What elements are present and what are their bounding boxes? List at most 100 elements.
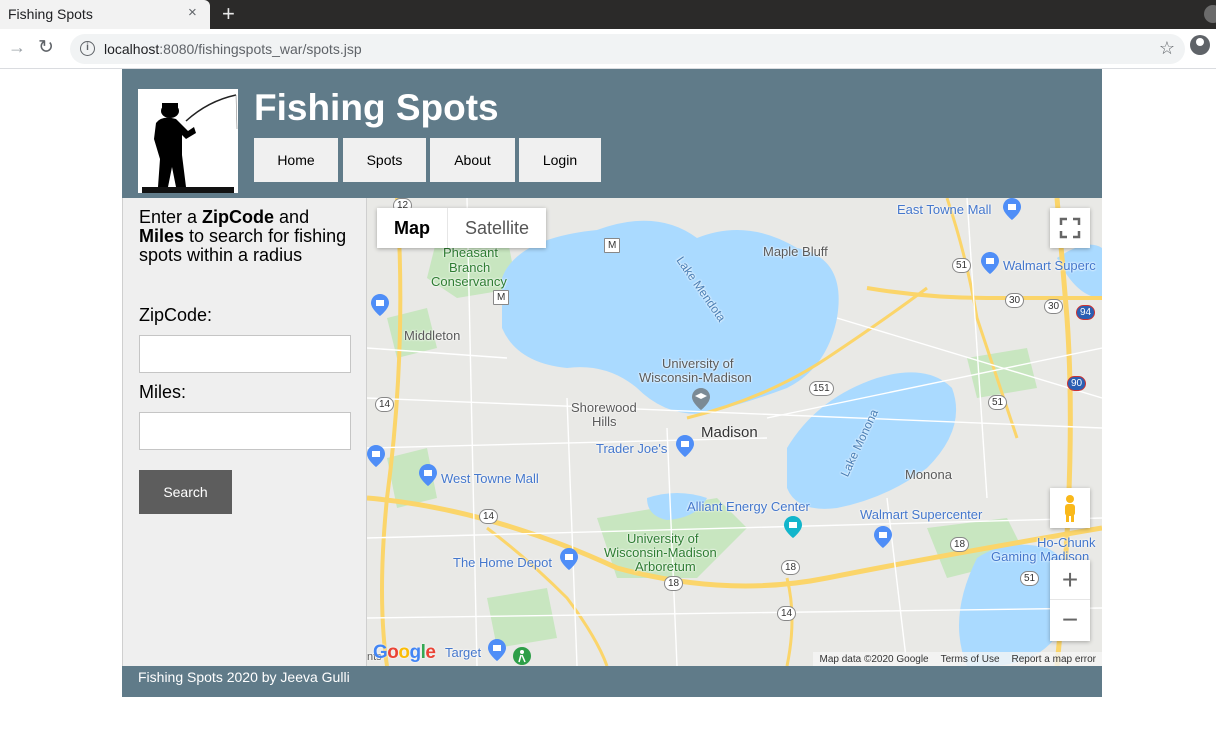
search-sidebar: Enter a ZipCode and Miles to search for … [122,198,367,666]
reload-icon[interactable]: ↻ [38,36,54,59]
map-label-branch: Branch [449,260,491,275]
shopping-pin-icon[interactable] [981,252,999,274]
route-shield: M [604,238,621,253]
zoom-in-button[interactable]: + [1050,560,1090,600]
shopping-pin-icon[interactable] [1003,198,1021,220]
page: Fishing Spots Home Spots About Login Ent… [122,69,1102,697]
route-shield: 30 [1044,299,1064,314]
map-label-middleton: Middleton [404,328,461,343]
map-label-hills: Hills [592,414,617,429]
route-shield: 51 [952,258,972,273]
nav-login-button[interactable]: Login [519,138,601,182]
pegman-icon [1065,495,1075,522]
instruction-miles: Miles [139,226,185,246]
miles-input[interactable] [139,412,351,450]
route-shield: 18 [781,560,801,575]
route-shield: 151 [809,381,834,396]
shopping-pin-icon[interactable] [874,526,892,548]
shopping-pin-icon[interactable] [371,294,389,316]
route-shield: 14 [375,397,395,412]
shopping-pin-icon[interactable] [367,445,385,467]
fullscreen-button[interactable] [1050,208,1090,248]
zoom-control: + − [1050,560,1090,641]
map-label-west-towne-mall: West Towne Mall [441,471,539,486]
back-arrow-icon[interactable]: → [8,37,26,58]
tab-close-icon[interactable]: × [188,4,197,21]
search-button[interactable]: Search [139,470,232,514]
fullscreen-icon [1059,217,1081,239]
interstate-shield: 90 [1067,376,1087,391]
route-shield: M [493,290,510,305]
route-shield: 18 [950,537,970,552]
route-shield: 30 [1005,293,1025,308]
new-tab-icon[interactable]: + [222,1,235,27]
zipcode-input[interactable] [139,335,351,373]
site-header: Fishing Spots Home Spots About Login [122,69,1102,198]
university-pin-icon[interactable] [692,388,710,410]
shopping-pin-icon[interactable] [676,435,694,457]
map-label-east-towne-mall: East Towne Mall [897,202,992,217]
report-map-error-link[interactable]: Report a map error [1012,654,1096,665]
map-label-monona: Monona [905,467,952,482]
map-label-madison: Madison [701,424,758,441]
window-control-icon[interactable] [1204,5,1216,23]
map-label-shorewood: Shorewood [571,400,637,415]
map-type-satellite-button[interactable]: Satellite [447,208,546,248]
browser-toolbar: → ↻ i localhost:8080/fishingspots_war/sp… [0,29,1216,69]
shopping-pin-icon[interactable] [488,639,506,661]
url-path: :8080/fishingspots_war/spots.jsp [159,41,362,57]
map-label-alliant-energy-center: Alliant Energy Center [687,499,810,514]
site-title: Fishing Spots [254,87,499,128]
map-type-control: Map Satellite [377,208,547,248]
map-label-home-depot: The Home Depot [453,555,552,570]
shopping-pin-icon[interactable] [560,548,578,570]
nav-about-button[interactable]: About [430,138,515,182]
instruction-zipcode: ZipCode [202,207,275,227]
footer-text: Fishing Spots 2020 by Jeeva Gulli [138,669,350,685]
instruction-text: and [274,207,310,227]
google-map[interactable]: East Towne Mall Walmart Superc Maple Blu… [367,198,1102,666]
browser-tab-bar: Fishing Spots × + [0,0,1216,29]
tab-title: Fishing Spots [8,6,93,22]
info-icon[interactable]: i [80,41,95,56]
nav-home-button[interactable]: Home [254,138,338,182]
map-label-university: University of [662,356,734,371]
map-label-ho-chunk: Ho-Chunk [1037,535,1096,550]
zipcode-label: ZipCode: [139,305,213,325]
map-label-arboretum-1: University of [627,531,699,546]
street-view-pegman[interactable] [1050,488,1090,528]
route-shield: 51 [1020,571,1040,586]
map-label-target: Target [445,645,482,660]
google-logo[interactable]: Google [373,642,436,664]
zoom-out-button[interactable]: − [1050,600,1090,640]
route-shield: 14 [777,606,797,621]
route-shield: 18 [664,576,684,591]
hiking-pin-icon[interactable] [513,646,531,666]
map-label-trader-joes: Trader Joe's [596,441,668,456]
map-label-arboretum-2: Wisconsin-Madison [604,545,717,560]
site-footer: Fishing Spots 2020 by Jeeva Gulli [122,666,1102,697]
browser-tab[interactable]: Fishing Spots × [0,0,210,29]
map-label-conservancy: Conservancy [431,274,507,289]
address-bar[interactable]: i localhost:8080/fishingspots_war/spots.… [70,34,1185,64]
venue-pin-icon[interactable] [784,516,802,538]
route-shield: 14 [479,509,499,524]
shopping-pin-icon[interactable] [419,464,437,486]
map-attribution: Map data ©2020 Google Terms of Use Repor… [813,652,1102,666]
nav-spots-button[interactable]: Spots [343,138,426,182]
bookmark-star-icon[interactable]: ☆ [1159,38,1175,59]
terms-of-use-link[interactable]: Terms of Use [941,654,1000,665]
route-shield: 51 [988,395,1008,410]
profile-icon[interactable] [1190,35,1210,55]
map-label-arboretum-3: Arboretum [635,559,696,574]
map-label-maple-bluff: Maple Bluff [763,244,828,259]
map-data-text: Map data ©2020 Google [819,653,929,665]
instruction-text: Enter a [139,207,203,227]
miles-label: Miles: [139,382,187,402]
map-label-wisconsin-madison: Wisconsin-Madison [639,370,752,385]
url-text[interactable]: localhost:8080/fishingspots_war/spots.js… [104,41,362,57]
search-instructions: Enter a ZipCode and Miles to search for … [139,208,359,265]
map-label-pheasant: Pheasant [443,245,498,260]
map-label-walmart-supercenter: Walmart Supercenter [860,507,983,522]
map-type-map-button[interactable]: Map [377,208,447,248]
